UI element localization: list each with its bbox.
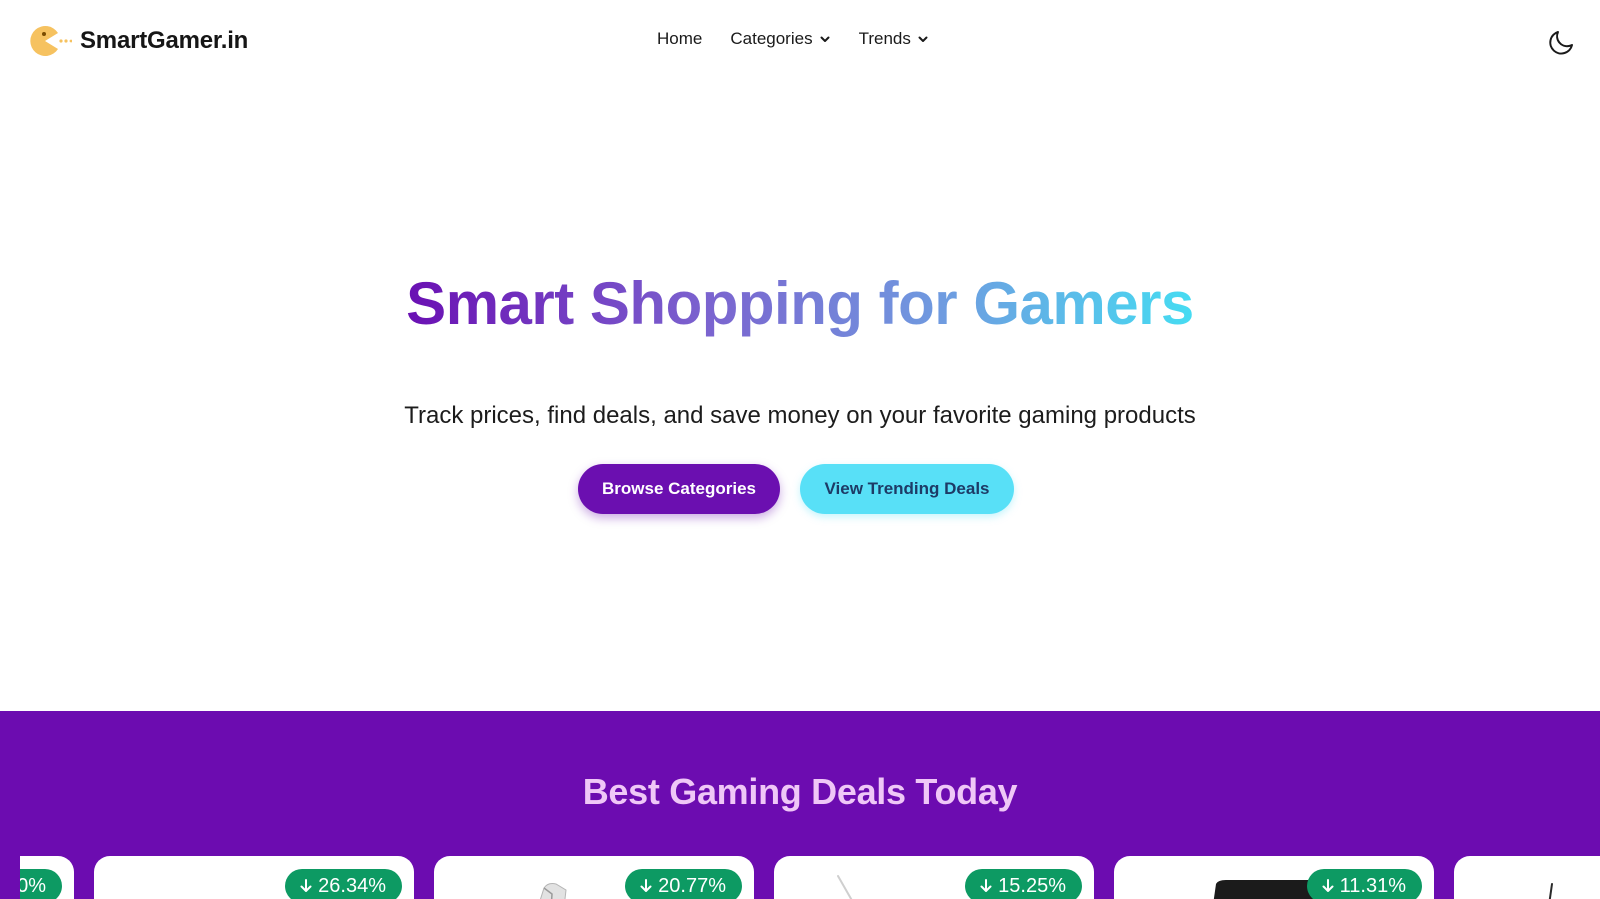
- discount-value: 26.34%: [318, 874, 386, 897]
- arrow-down-icon: [1322, 879, 1334, 892]
- chevron-down-icon: [820, 36, 830, 42]
- nav-home-label: Home: [657, 29, 703, 48]
- carousel-left-edge: [0, 856, 20, 899]
- discount-badge: 26.34%: [285, 869, 402, 899]
- nav-trends-label: Trends: [858, 29, 911, 48]
- nav-categories[interactable]: Categories: [730, 29, 830, 49]
- nav-trends[interactable]: Trends: [859, 29, 929, 49]
- discount-badge: 11.31%: [1306, 869, 1422, 899]
- deal-card[interactable]: 15.25%: [774, 856, 1094, 899]
- hero-subtitle: Track prices, find deals, and save money…: [404, 402, 1196, 429]
- arrow-down-icon: [300, 879, 312, 892]
- deal-card[interactable]: 26.34%: [94, 856, 414, 899]
- deal-card[interactable]: [1454, 856, 1600, 899]
- site-logo[interactable]: SmartGamer.in: [30, 24, 248, 58]
- discount-badge: 15.25%: [965, 869, 1082, 899]
- discount-value: 0%: [17, 874, 46, 897]
- arrow-down-icon: [980, 879, 992, 892]
- logo-text: SmartGamer.in: [80, 27, 249, 54]
- deal-card[interactable]: 20.77%: [434, 856, 754, 899]
- deal-card[interactable]: 11.31%: [1114, 856, 1434, 899]
- product-image: [540, 883, 567, 899]
- moon-icon[interactable]: [1548, 26, 1578, 56]
- chevron-down-icon: [918, 36, 928, 42]
- discount-value: 20.77%: [658, 874, 726, 897]
- site-header: SmartGamer.in Home Categories Trends: [0, 0, 1600, 82]
- hero-title: Smart Shopping for Gamers: [0, 268, 1600, 340]
- view-trending-deals-button[interactable]: View Trending Deals: [800, 464, 1014, 514]
- pacman-logo-icon: [30, 26, 72, 57]
- arrow-down-icon: [640, 879, 652, 892]
- nav-categories-label: Categories: [730, 29, 813, 48]
- hero-buttons: Browse Categories View Trending Deals: [0, 464, 1600, 514]
- product-image: [837, 875, 853, 899]
- hero-title-text: Smart Shopping for Gamers: [406, 270, 1194, 337]
- nav-home[interactable]: Home: [657, 29, 702, 49]
- main-nav: Home Categories Trends: [657, 29, 929, 49]
- discount-value: 15.25%: [998, 874, 1066, 897]
- deals-section: Best Gaming Deals Today 0% 26.34% 20.77%: [0, 711, 1600, 899]
- discount-value: 11.31%: [1339, 874, 1406, 897]
- product-image: [1548, 883, 1553, 899]
- browse-categories-button[interactable]: Browse Categories: [578, 464, 780, 514]
- deals-title: Best Gaming Deals Today: [582, 771, 1018, 812]
- discount-badge: 20.77%: [625, 869, 742, 899]
